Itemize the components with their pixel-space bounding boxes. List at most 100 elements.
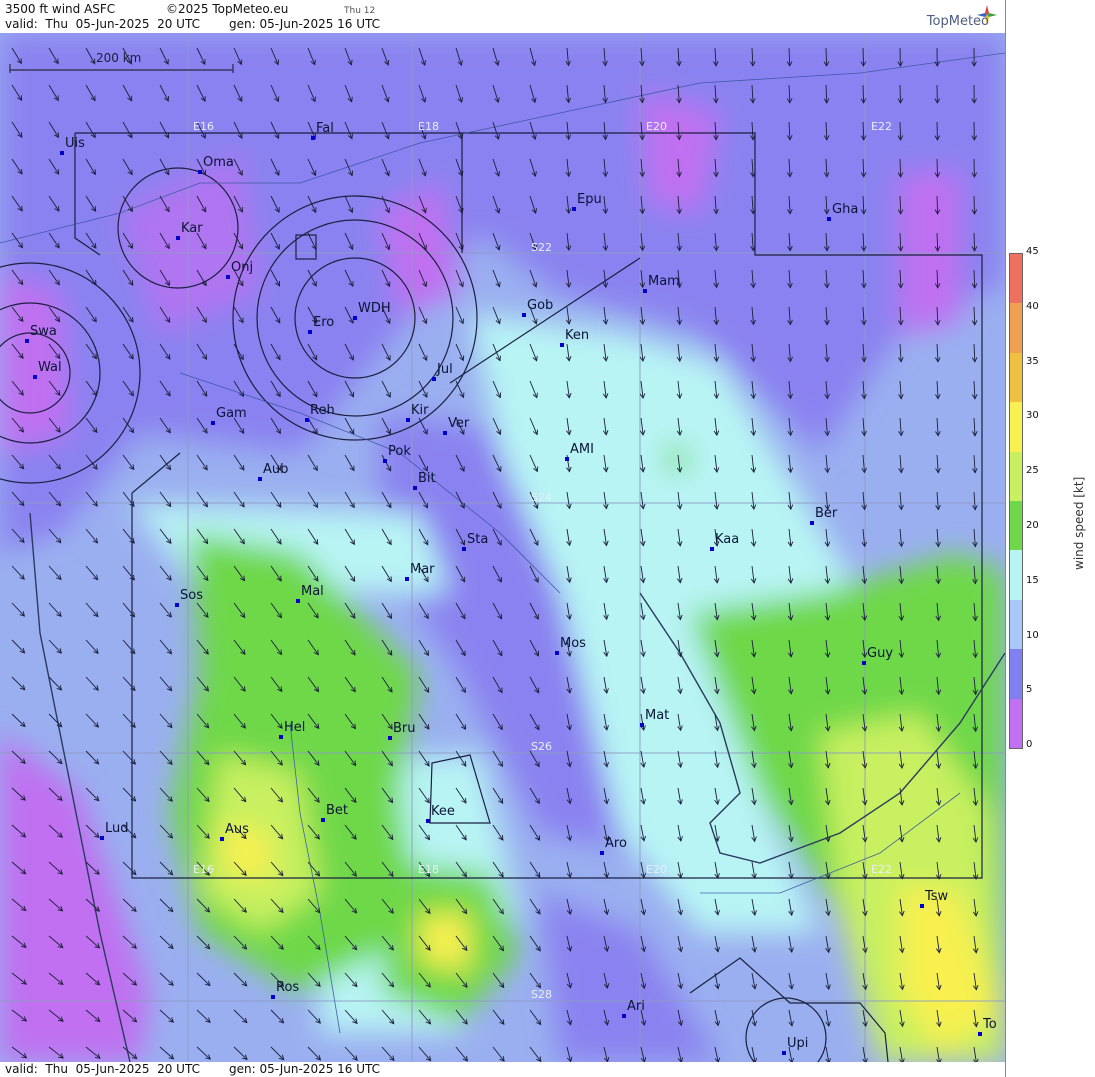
city-marker [413, 486, 417, 490]
city-label: Mos [560, 636, 586, 651]
city-label: Lud [105, 821, 129, 836]
legend-tick-label: 20 [1026, 520, 1039, 531]
legend-tick-label: 35 [1026, 355, 1039, 367]
city-marker [782, 1051, 786, 1055]
city-label: Uis [65, 136, 85, 151]
logo-text: TopMeteo [926, 14, 989, 29]
city-marker [305, 418, 309, 422]
city-label: Ber [815, 506, 838, 521]
wind-map[interactable]: 200 km E16 E18 E20 E22 E16 E18 E20 E22 S… [0, 33, 1005, 1062]
city-label: Guy [867, 646, 894, 661]
lat-label: S28 [531, 988, 552, 1001]
city-marker [406, 418, 410, 422]
legend-title: wind speed [kt] [1072, 476, 1086, 570]
city-label: Oma [203, 155, 234, 170]
city-marker [978, 1032, 982, 1036]
lon-label: E16 [193, 120, 214, 133]
city-marker [25, 339, 29, 343]
city-label: Bet [326, 803, 349, 818]
city-label: Aro [605, 836, 627, 851]
city-marker [827, 217, 831, 221]
city-marker [226, 275, 230, 279]
city-label: Mat [645, 708, 670, 723]
city-marker [271, 995, 275, 999]
city-marker [353, 316, 357, 320]
city-label: Ero [313, 315, 335, 330]
lon-label: E22 [871, 863, 892, 876]
wind-arrow [936, 158, 938, 177]
footer-valid-time: valid: Thu 05-Jun-2025 20 UTC [5, 1062, 200, 1076]
lon-label: E20 [646, 120, 667, 133]
city-label: Gam [216, 406, 247, 421]
city-marker [311, 136, 315, 140]
city-marker [33, 375, 37, 379]
city-label: Gha [832, 202, 859, 217]
map-footer: valid: Thu 05-Jun-2025 20 UTC gen: 05-Ju… [0, 1062, 1005, 1077]
city-marker [321, 818, 325, 822]
wind-field [0, 33, 1005, 1062]
wind-arrow [973, 232, 976, 251]
legend-swatch [1010, 550, 1022, 601]
lat-label: S24 [531, 491, 552, 504]
city-marker [555, 651, 559, 655]
city-marker [258, 477, 262, 481]
city-marker [572, 207, 576, 211]
city-label: Sta [467, 532, 489, 547]
city-marker [710, 547, 714, 551]
city-label: Kee [431, 804, 455, 819]
city-marker [211, 421, 215, 425]
legend-tick-label: 0 [1026, 739, 1033, 751]
city-marker [388, 736, 392, 740]
wind-arrow [936, 195, 939, 214]
city-marker [810, 521, 814, 525]
legend-tick-label: 10 [1026, 629, 1039, 641]
city-label: Reh [310, 403, 335, 418]
city-marker [426, 819, 430, 823]
legend-swatch [1010, 649, 1022, 700]
product-title: 3500 ft wind ASFC [5, 2, 116, 16]
map-header: 3500 ft wind ASFC ©2025 TopMeteo.eu Thu … [0, 0, 1005, 33]
city-label: Ken [565, 328, 590, 343]
lat-label: S22 [531, 241, 552, 254]
wind-arrow [862, 47, 864, 66]
city-label: Onj [231, 260, 254, 275]
city-label: Kar [181, 221, 203, 236]
lon-label: E20 [646, 863, 667, 876]
city-label: Fal [316, 121, 334, 136]
city-label: Wal [38, 360, 62, 375]
city-marker [640, 723, 644, 727]
scale-bar-label: 200 km [96, 51, 142, 65]
legend-swatch [1010, 254, 1022, 304]
city-label: Sos [180, 588, 203, 603]
city-label: Ver [448, 416, 470, 431]
city-marker [522, 313, 526, 317]
city-marker [643, 289, 647, 293]
city-label: Mar [410, 562, 435, 577]
city-marker [443, 431, 447, 435]
city-label: Jul [437, 362, 453, 377]
wind-arrow [862, 84, 865, 103]
city-marker [920, 904, 924, 908]
city-marker [279, 735, 283, 739]
lon-label: E22 [871, 120, 892, 133]
city-marker [862, 661, 866, 665]
city-label: Hel [284, 720, 306, 735]
city-label: Kir [411, 403, 429, 418]
city-marker [175, 603, 179, 607]
lon-label: E18 [418, 863, 439, 876]
lon-label: E18 [418, 120, 439, 133]
city-label: Ari [627, 999, 645, 1014]
legend-tick-label: 5 [1026, 684, 1033, 696]
city-marker [60, 151, 64, 155]
city-label: Mal [301, 584, 324, 599]
city-marker [383, 459, 387, 463]
city-marker [432, 377, 436, 381]
city-label: Bru [393, 721, 416, 736]
city-marker [308, 330, 312, 334]
city-label: To [983, 1017, 997, 1032]
city-label: Mam [648, 274, 680, 289]
legend-swatch [1010, 451, 1022, 502]
city-marker [220, 837, 224, 841]
city-marker [198, 170, 202, 174]
city-marker [560, 343, 564, 347]
